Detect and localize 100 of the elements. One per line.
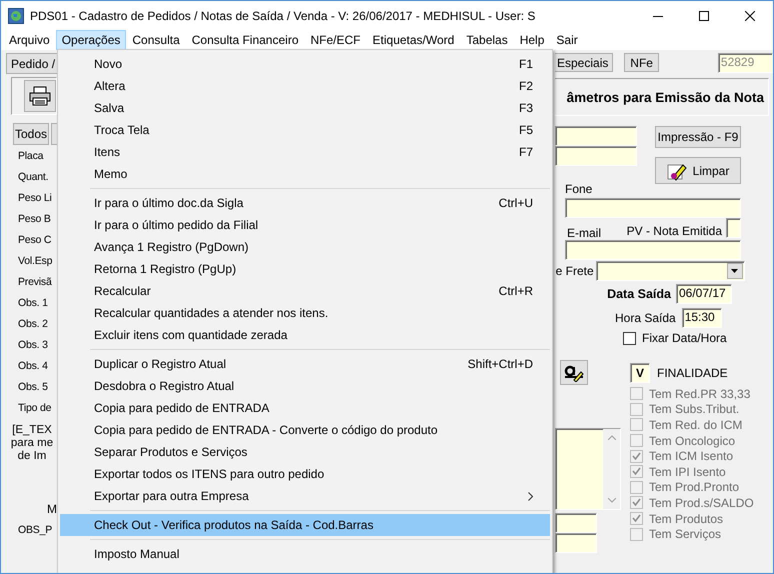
menu-item[interactable]: Novo F1: [60, 53, 550, 75]
field-label: Peso Li: [18, 192, 52, 204]
check-icon: [631, 497, 642, 508]
checkbox-label: Tem Produtos: [649, 512, 724, 526]
field-label: Fone: [565, 182, 592, 196]
checkbox-label: Fixar Data/Hora: [642, 331, 727, 345]
checkbox-label: Tem Red. do ICM: [649, 418, 742, 432]
field-label: Obs. 4: [18, 360, 48, 372]
font-button[interactable]: [560, 360, 588, 385]
field-label: Tipo de: [18, 402, 52, 414]
field-label: Obs. 5: [18, 380, 48, 392]
scrollbar[interactable]: [603, 429, 620, 509]
menu-item[interactable]: Avança 1 Registro (PgDown): [60, 236, 550, 258]
menu-item[interactable]: Copia para pedido de ENTRADA: [60, 397, 550, 419]
section-header: âmetros para Emissão da Nota: [566, 90, 764, 104]
menu-item[interactable]: Altera F2: [60, 75, 550, 97]
specials-button[interactable]: Especiais: [555, 53, 614, 72]
field-label: Data Saída: [607, 287, 671, 301]
printer-icon: [29, 86, 51, 106]
menu-item[interactable]: Ir para o último doc.da Sigla Ctrl+U: [60, 192, 550, 214]
menu-item[interactable]: Copia para pedido de ENTRADA - Converte o código do produto: [60, 419, 550, 441]
menu-item[interactable]: Check Out - Verifica produtos na Saída - Cod.Barras: [60, 514, 550, 536]
menu-item[interactable]: Separar Produtos e Serviços: [60, 441, 550, 463]
scroll-down-icon: [608, 498, 616, 503]
checkbox-label: Tem Prod.s/SALDO: [649, 496, 754, 510]
menu-item[interactable]: Retorna 1 Registro (PgUp): [60, 258, 550, 280]
menu-item[interactable]: Imposto Manual: [60, 543, 550, 565]
freight-dropdown[interactable]: [596, 261, 745, 281]
check-icon: [631, 450, 642, 462]
input-field[interactable]: [555, 533, 597, 553]
menu-item[interactable]: Troca Tela F5: [60, 119, 550, 141]
checkbox-label: Tem IPI Isento: [649, 464, 726, 479]
filter-button[interactable]: Todos: [13, 123, 49, 145]
menu-item[interactable]: Recalcular Ctrl+R: [60, 280, 550, 302]
field-label: PV - Nota Emitida: [626, 224, 722, 238]
app-icon: [8, 8, 24, 24]
input-field[interactable]: [555, 146, 637, 166]
print-button[interactable]: [24, 80, 56, 112]
checkbox-label: Tem ICM Isento: [649, 449, 734, 464]
field-label: Peso C: [18, 234, 52, 246]
checkbox[interactable]: [623, 332, 636, 344]
field-label: FINALIDADE: [657, 366, 728, 380]
menu-item[interactable]: Exportar todos os ITENS para outro pedido: [60, 463, 550, 485]
purpose-field[interactable]: V: [630, 363, 650, 383]
close-icon: [745, 10, 755, 20]
field-label: Peso B: [18, 212, 51, 224]
field-label: [E_TEX para me de Im: [10, 424, 54, 463]
nfe-button[interactable]: NFe: [624, 53, 659, 72]
menu-item[interactable]: Duplicar o Registro Atual Shift+Ctrl+D: [60, 353, 550, 375]
phone-field[interactable]: [565, 198, 741, 218]
menu-item[interactable]: Etiquetas/Word: [366, 30, 460, 50]
field-label: Previsã: [18, 276, 52, 288]
print-button[interactable]: Impressão - F9: [655, 126, 741, 148]
menu-item[interactable]: Help: [514, 30, 550, 50]
input-field[interactable]: [555, 126, 637, 146]
field-label: Obs. 1: [18, 296, 48, 308]
order-button[interactable]: Pedido /: [6, 53, 57, 74]
menu-item[interactable]: Sair: [550, 30, 584, 50]
field-label: Vol.Esp: [18, 254, 52, 266]
menu-item[interactable]: Salva F3: [60, 97, 550, 119]
font-edit-icon: [564, 364, 584, 382]
field-label: Placa: [18, 150, 44, 162]
menu-item[interactable]: Desdobra o Registro Atual: [60, 375, 550, 397]
menu-item[interactable]: Excluir itens com quantidade zerada: [60, 324, 550, 346]
issued-field[interactable]: [726, 218, 741, 238]
dropdown-arrow-icon: [731, 269, 738, 273]
menu-item[interactable]: Memo: [60, 163, 550, 185]
maximize-icon: [699, 10, 709, 20]
field-label: E-mail: [567, 226, 602, 240]
field-label: M: [47, 502, 57, 516]
field-label: Obs. 3: [18, 338, 48, 350]
checkbox-label: Tem Oncologico: [649, 434, 736, 448]
clear-button[interactable]: Limpar: [655, 157, 741, 184]
menu-item[interactable]: Recalcular quantidades a atender nos itens.: [60, 302, 550, 324]
field-label: Obs. 2: [18, 318, 48, 330]
menu-item[interactable]: Itens F7: [60, 141, 550, 163]
checkbox-label: Tem Prod.Pronto: [649, 480, 740, 494]
menu-item[interactable]: Consulta: [126, 30, 186, 50]
menu-item[interactable]: Consulta Financeiro: [186, 30, 304, 50]
menu-item[interactable]: Operações: [56, 30, 126, 50]
field-label: Quant.: [18, 170, 48, 182]
time-field[interactable]: 15:30: [682, 308, 722, 328]
email-field[interactable]: [565, 240, 741, 260]
menu-item[interactable]: Exportar para outra Empresa: [60, 485, 550, 507]
checkbox-label: Tem Red.PR 33,33: [649, 386, 750, 401]
checkbox-label: Tem Serviços: [649, 527, 722, 542]
field-label: Hora Saída: [615, 311, 676, 325]
field-label: le Frete: [555, 264, 594, 278]
field-label: OBS_P: [18, 524, 52, 536]
date-field[interactable]: 06/07/17: [676, 284, 732, 304]
menu-item[interactable]: Arquivo: [3, 30, 56, 50]
menu-item[interactable]: Ir para o último pedido da Filial: [60, 214, 550, 236]
window-title: PDS01 - Cadastro de Pedidos / Notas de Saída / Venda - V: 26/06/2017 - MEDHISUL - User: S: [30, 8, 536, 22]
notes-field[interactable]: [555, 428, 621, 510]
scroll-up-icon: [608, 435, 616, 440]
input-field[interactable]: [555, 513, 597, 533]
checkbox-label: Tem Subs.Tribut.: [649, 402, 740, 416]
menu-item[interactable]: Tabelas: [460, 30, 514, 50]
menu-item[interactable]: NFe/ECF: [304, 30, 367, 50]
check-icon: [631, 466, 642, 478]
